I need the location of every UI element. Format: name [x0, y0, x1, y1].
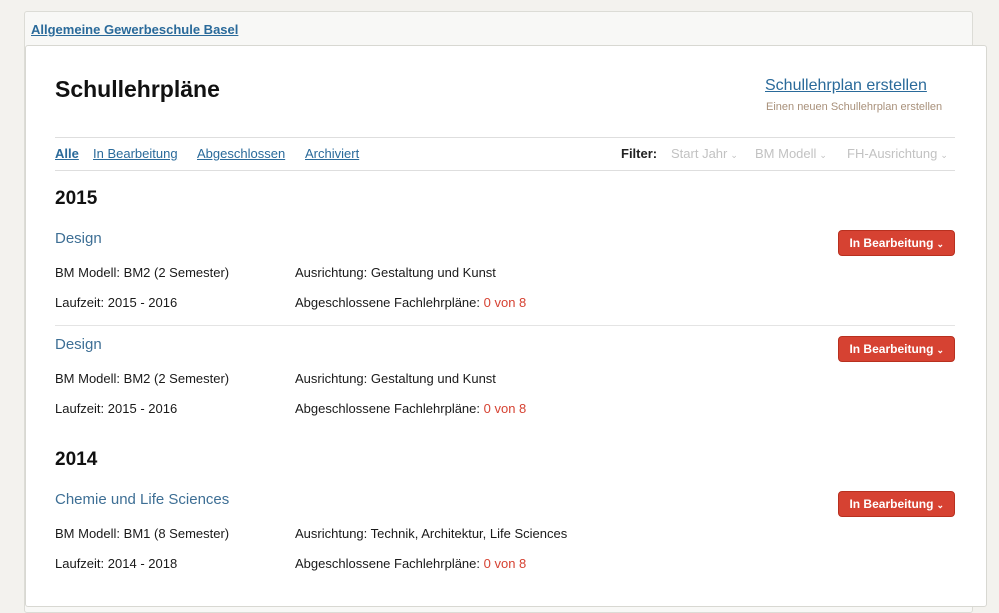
plan-title[interactable]: Design	[55, 336, 102, 353]
plan-item: Design In Bearbeitung ⌄ BM Modell: BM2 (2…	[55, 336, 955, 431]
status-label: In Bearbeitung	[849, 236, 934, 250]
year-heading: 2015	[55, 188, 98, 209]
filter-bm-modell-label: BM Modell	[755, 146, 817, 161]
chevron-down-icon: ⌄	[730, 150, 738, 160]
completed-plans: Abgeschlossene Fachlehrpläne: 0 von 8	[295, 295, 527, 310]
status-label: In Bearbeitung	[849, 342, 934, 356]
direction: Ausrichtung: Technik, Architektur, Life …	[295, 526, 568, 541]
main-card: Schullehrpläne Schullehrplan erstellen E…	[25, 45, 987, 607]
runtime: Laufzeit: 2014 - 2018	[55, 556, 178, 571]
bm-model: BM Modell: BM2 (2 Semester)	[55, 371, 230, 386]
tab-in-bearbeitung[interactable]: In Bearbeitung	[93, 146, 178, 161]
runtime: Laufzeit: 2015 - 2016	[55, 295, 178, 310]
plan-item: Design In Bearbeitung ⌄ BM Modell: BM2 (2…	[55, 230, 955, 326]
filter-fh-ausrichtung-label: FH-Ausrichtung	[847, 146, 938, 161]
tab-alle[interactable]: Alle	[55, 146, 79, 161]
plan-item: Chemie und Life Sciences In Bearbeitung ⌄…	[55, 491, 955, 586]
filter-fh-ausrichtung[interactable]: FH-Ausrichtung ⌄	[847, 146, 948, 161]
filter-start-jahr-label: Start Jahr	[671, 146, 728, 161]
chevron-down-icon: ⌄	[936, 345, 944, 355]
create-plan-link[interactable]: Schullehrplan erstellen	[765, 77, 927, 95]
plan-title[interactable]: Chemie und Life Sciences	[55, 491, 229, 508]
completed-plans: Abgeschlossene Fachlehrpläne: 0 von 8	[295, 556, 527, 571]
direction: Ausrichtung: Gestaltung und Kunst	[295, 265, 496, 280]
completed-count: 0 von 8	[483, 401, 527, 416]
create-plan-subtitle: Einen neuen Schullehrplan erstellen	[766, 101, 943, 113]
filter-toolbar: Alle In Bearbeitung Abgeschlossen Archiv…	[55, 137, 955, 171]
filter-bm-modell[interactable]: BM Modell ⌄	[755, 146, 827, 161]
chevron-down-icon: ⌄	[936, 239, 944, 249]
completed-count: 0 von 8	[483, 295, 527, 310]
filter-label: Filter:	[621, 146, 658, 161]
status-dropdown[interactable]: In Bearbeitung ⌄	[838, 230, 955, 256]
bm-model: BM Modell: BM2 (2 Semester)	[55, 265, 230, 280]
completed-plans: Abgeschlossene Fachlehrpläne: 0 von 8	[295, 401, 527, 416]
chevron-down-icon: ⌄	[940, 150, 948, 160]
chevron-down-icon: ⌄	[936, 500, 944, 510]
chevron-down-icon: ⌄	[819, 150, 827, 160]
page-title: Schullehrpläne	[55, 76, 220, 102]
plan-title[interactable]: Design	[55, 230, 102, 247]
status-dropdown[interactable]: In Bearbeitung ⌄	[838, 491, 955, 517]
completed-count: 0 von 8	[483, 556, 527, 571]
school-panel: Allgemeine Gewerbeschule Basel Schullehr…	[24, 11, 987, 613]
school-link[interactable]: Allgemeine Gewerbeschule Basel	[31, 22, 238, 37]
year-heading: 2014	[55, 449, 98, 470]
direction: Ausrichtung: Gestaltung und Kunst	[295, 371, 496, 386]
filter-start-jahr[interactable]: Start Jahr ⌄	[671, 146, 738, 161]
runtime: Laufzeit: 2015 - 2016	[55, 401, 178, 416]
bm-model: BM Modell: BM1 (8 Semester)	[55, 526, 230, 541]
tab-abgeschlossen[interactable]: Abgeschlossen	[197, 146, 285, 161]
status-dropdown[interactable]: In Bearbeitung ⌄	[838, 336, 955, 362]
status-label: In Bearbeitung	[849, 497, 934, 511]
tab-archiviert[interactable]: Archiviert	[305, 146, 359, 161]
